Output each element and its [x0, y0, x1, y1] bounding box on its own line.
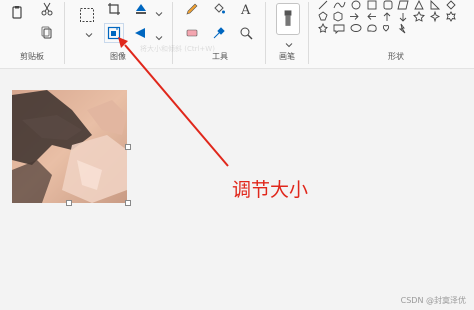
chevron-down-icon[interactable] — [80, 26, 98, 44]
annotation-label: 调节大小 — [232, 179, 309, 201]
footer-credit: CSDN @封寞泽优 — [400, 296, 466, 305]
ribbon-toolbar: 剪贴板 图像 A 工具 画笔 形状 将大小和倾斜 (Ctrl+W) — [0, 0, 474, 69]
svg-text:A: A — [240, 3, 251, 16]
color-picker-icon[interactable] — [210, 24, 228, 42]
tooltip-watermark: 将大小和倾斜 (Ctrl+W) — [140, 45, 215, 53]
chevron-down-icon[interactable] — [150, 5, 168, 23]
shapes-gallery — [316, 0, 466, 46]
paste-icon[interactable] — [8, 3, 26, 21]
flip-icon[interactable] — [132, 24, 150, 42]
copy-icon[interactable] — [38, 24, 56, 42]
divider — [308, 2, 309, 64]
group-label-clipboard: 剪贴板 — [20, 52, 44, 61]
resize-icon[interactable] — [104, 23, 124, 43]
magnifier-icon[interactable] — [237, 24, 255, 42]
resize-handle-bottom[interactable] — [66, 200, 72, 206]
text-icon[interactable]: A — [237, 0, 255, 18]
crop-icon[interactable] — [105, 0, 123, 18]
canvas-image[interactable] — [12, 90, 127, 203]
group-label-shapes: 形状 — [388, 52, 404, 61]
group-label-image: 图像 — [110, 52, 126, 61]
fill-bucket-icon[interactable] — [210, 0, 228, 18]
resize-handle-right[interactable] — [125, 144, 131, 150]
rotate-icon[interactable] — [132, 0, 150, 18]
eraser-icon[interactable] — [183, 24, 201, 42]
divider — [64, 2, 65, 64]
resize-handle-corner[interactable] — [125, 200, 131, 206]
brush-icon[interactable] — [276, 3, 300, 35]
select-icon[interactable] — [77, 5, 97, 25]
cut-icon[interactable] — [38, 0, 56, 18]
divider — [172, 2, 173, 64]
divider — [265, 2, 266, 64]
group-label-brushes: 画笔 — [279, 52, 295, 61]
pencil-icon[interactable] — [183, 0, 201, 18]
